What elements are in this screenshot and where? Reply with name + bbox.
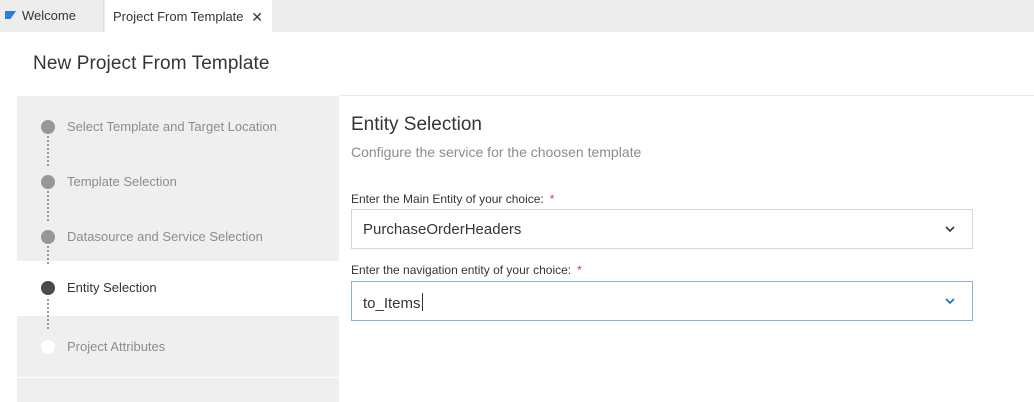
step-indicator-icon	[41, 175, 55, 189]
wizard-step-datasource[interactable]: Datasource and Service Selection	[17, 210, 339, 265]
step-label: Select Template and Target Location	[67, 119, 277, 134]
step-label: Entity Selection	[67, 280, 157, 295]
navigation-entity-value: to_Items	[363, 293, 423, 312]
tab-welcome[interactable]: Welcome	[0, 0, 104, 32]
main-entity-select[interactable]: PurchaseOrderHeaders	[351, 209, 973, 249]
tab-project-label: Project From Template	[113, 9, 244, 24]
text-cursor	[421, 293, 423, 311]
step-indicator-icon	[41, 120, 55, 134]
section-title: Entity Selection	[351, 114, 482, 135]
sap-logo-icon	[5, 11, 16, 19]
steps-divider	[17, 377, 339, 378]
tab-welcome-label: Welcome	[22, 8, 76, 23]
navigation-entity-label-text: Enter the navigation entity of your choi…	[351, 263, 572, 277]
wizard-step-project-attributes[interactable]: Project Attributes	[17, 320, 339, 375]
navigation-entity-value-text: to_Items	[363, 295, 421, 312]
close-icon[interactable]: ✕	[251, 2, 263, 32]
required-marker: *	[549, 192, 555, 206]
step-indicator-icon	[41, 281, 55, 295]
wizard-step-entity-selection[interactable]: Entity Selection	[17, 261, 339, 316]
main-entity-label: Enter the Main Entity of your choice: *	[351, 192, 554, 206]
navigation-entity-label: Enter the navigation entity of your choi…	[351, 263, 582, 277]
main-entity-label-text: Enter the Main Entity of your choice:	[351, 192, 544, 206]
chevron-down-icon[interactable]	[944, 223, 956, 235]
required-marker: *	[577, 263, 582, 277]
step-label: Datasource and Service Selection	[67, 229, 263, 244]
wizard-steps-panel: Select Template and Target Location Temp…	[17, 96, 339, 402]
chevron-down-icon[interactable]	[944, 295, 956, 307]
section-subtitle: Configure the service for the choosen te…	[351, 144, 642, 160]
step-label: Template Selection	[67, 174, 177, 189]
wizard-step-select-template[interactable]: Select Template and Target Location	[17, 100, 339, 155]
step-label: Project Attributes	[67, 339, 166, 354]
step-indicator-icon	[41, 340, 55, 354]
header-divider	[339, 95, 1034, 96]
step-indicator-icon	[41, 230, 55, 244]
page-title: New Project From Template	[33, 53, 270, 74]
wizard-step-template-selection[interactable]: Template Selection	[17, 155, 339, 210]
tab-project-from-template[interactable]: Project From Template ✕	[105, 0, 272, 32]
main-entity-value: PurchaseOrderHeaders	[363, 221, 522, 238]
step-connector	[47, 246, 49, 264]
editor-tab-bar: Welcome Project From Template ✕	[0, 0, 1034, 32]
navigation-entity-select[interactable]: to_Items	[351, 281, 973, 321]
